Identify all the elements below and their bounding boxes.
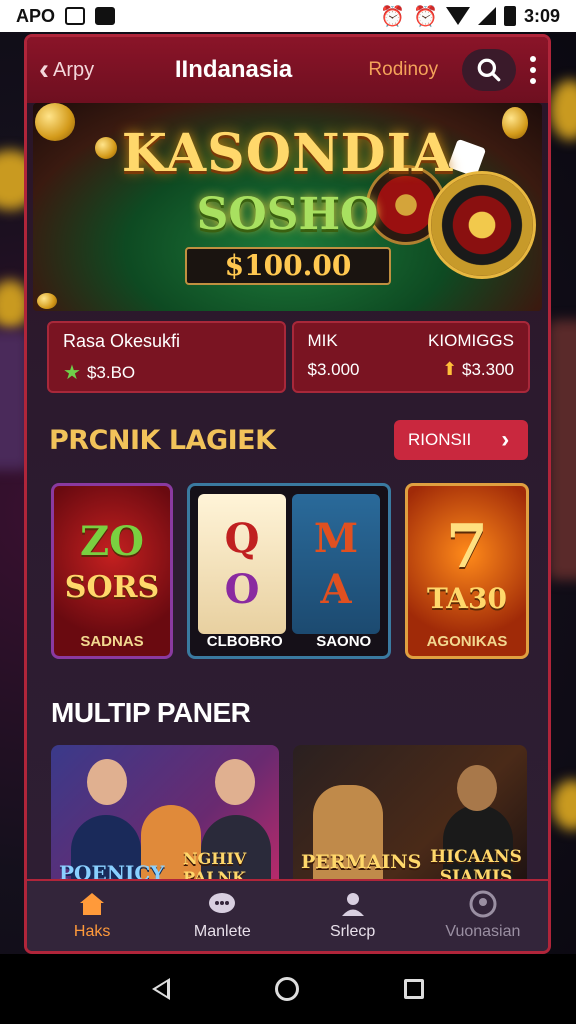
signal-icon (477, 7, 496, 25)
wifi-icon (445, 7, 470, 25)
reel-symbol: O (224, 566, 260, 613)
system-home-button[interactable] (274, 977, 299, 1001)
photo-icon (65, 7, 86, 25)
search-icon (477, 58, 501, 82)
chevron-right-icon: › (501, 426, 510, 453)
home-icon (77, 891, 107, 917)
chat-icon (207, 891, 237, 917)
promo-value: $3.000 (307, 359, 360, 379)
slot-reel: M A (292, 494, 380, 634)
person-figure (87, 759, 127, 805)
screen: APO ⏰ ⏰ 3:09 ‹ Arpy IIndanasia Rodinoy K… (0, 0, 576, 1024)
reel-symbol: A (320, 566, 352, 613)
app-header: ‹ Arpy IIndanasia Rodinoy (27, 37, 548, 103)
person-figure (457, 765, 497, 811)
page-title: IIndanasia (174, 56, 293, 83)
see-all-button[interactable]: RIONSII › (394, 420, 528, 460)
section-header: PRCNIK LAGIEK RIONSII › (27, 393, 548, 467)
promo-card[interactable]: Rasa Okesukfi ★ $3.BO (47, 321, 286, 393)
game-label: SADNAS (80, 633, 144, 650)
promo-title: MIK (307, 331, 338, 350)
system-back-button[interactable] (152, 978, 171, 1000)
back-button[interactable]: ‹ Arpy (39, 55, 149, 85)
promo-title: KIOMIGGS (428, 331, 514, 350)
user-icon (338, 891, 368, 917)
reel-symbol: M (313, 515, 359, 562)
back-label: Arpy (53, 58, 95, 81)
promo-card[interactable]: MIK KIOMIGGS $3.000 ⬆ $3.300 (291, 321, 530, 393)
background-slot (548, 320, 576, 580)
section-title: PRCNIK LAGIEK (49, 424, 276, 456)
nav-label: Haks (73, 923, 111, 940)
profile-icon (468, 890, 498, 918)
nav-label: Srlecp (329, 923, 376, 940)
nav-label: Vuonasian (445, 923, 521, 940)
game-list: ZO SORS SADNAS Q O M A CLBOBRO SAONO 7 T… (27, 467, 548, 659)
featured-card[interactable]: PERMAINS HICAANS SIAMIS (293, 745, 527, 895)
hero-banner[interactable]: KASONDIA SOSHO $100.00 (33, 103, 542, 311)
carrier-text: APO (16, 5, 56, 26)
system-navigation-bar (0, 954, 576, 1024)
chevron-left-icon: ‹ (39, 53, 49, 86)
game-label: SAONO (316, 633, 372, 650)
arrow-up-icon: ⬆ (442, 359, 458, 379)
featured-card[interactable]: POENICY NGHIV PALNK (51, 745, 279, 895)
game-tile[interactable]: 7 TA30 AGONIKAS (405, 483, 529, 659)
background-coin (552, 780, 576, 830)
alarm-icon: ⏰ (413, 5, 438, 28)
nav-item-profile[interactable]: Vuonasian (418, 881, 548, 951)
star-icon: ★ (63, 362, 81, 384)
bottom-navigation: Haks Manlete Srlecp Vuonasian (27, 879, 548, 951)
app-icon (95, 7, 116, 25)
card-title: PERMAINS (301, 851, 422, 873)
game-title: ZO (79, 518, 145, 565)
see-all-label: RIONSII (408, 430, 472, 449)
battery-icon (503, 6, 516, 26)
system-recents-button[interactable] (403, 979, 424, 999)
alarm-icon: ⏰ (380, 5, 406, 28)
promo-row: Rasa Okesukfi ★ $3.BO MIK KIOMIGGS $3.00… (27, 311, 548, 393)
search-button[interactable] (462, 49, 517, 91)
person-figure (215, 759, 255, 805)
reel-symbol: Q (224, 515, 260, 562)
nav-label: Manlete (193, 923, 251, 940)
more-menu-button[interactable] (530, 56, 537, 84)
game-title: 7 (446, 512, 488, 582)
promo-title: Rasa Okesukfi (63, 331, 181, 351)
game-title: TA30 (427, 582, 507, 615)
coin-decoration (37, 293, 57, 309)
game-tile[interactable]: ZO SORS SADNAS (51, 483, 173, 659)
slot-reel: Q O (198, 494, 286, 634)
banner-amount: $100.00 (185, 247, 391, 285)
status-bar: APO ⏰ ⏰ 3:09 (0, 0, 576, 32)
section-title: MULTIP PANER (51, 697, 251, 728)
promo-value: $3.300 (462, 360, 514, 379)
game-label: CLBOBRO (206, 633, 283, 650)
game-tile[interactable]: Q O M A CLBOBRO SAONO (187, 483, 391, 659)
background-coin (550, 80, 576, 140)
nav-item-chat[interactable]: Manlete (157, 881, 287, 951)
banner-subheadline: SOSHO (196, 189, 379, 240)
app-window: ‹ Arpy IIndanasia Rodinoy KASONDIA SOSHO… (24, 34, 551, 954)
nav-item-user[interactable]: Srlecp (288, 881, 418, 951)
banner-headline: KASONDIA (121, 123, 454, 184)
clock: 3:09 (523, 5, 560, 26)
section-header: MULTIP PANER (27, 659, 548, 745)
promo-card-list: POENICY NGHIV PALNK PERMAINS HICAANS SIA… (27, 745, 548, 895)
game-label: AGONIKAS (426, 633, 508, 650)
header-link[interactable]: Rodinoy (368, 59, 438, 81)
nav-item-home[interactable]: Haks (27, 881, 157, 951)
promo-value: $3.BO (86, 362, 136, 382)
game-title: SORS (64, 570, 160, 605)
